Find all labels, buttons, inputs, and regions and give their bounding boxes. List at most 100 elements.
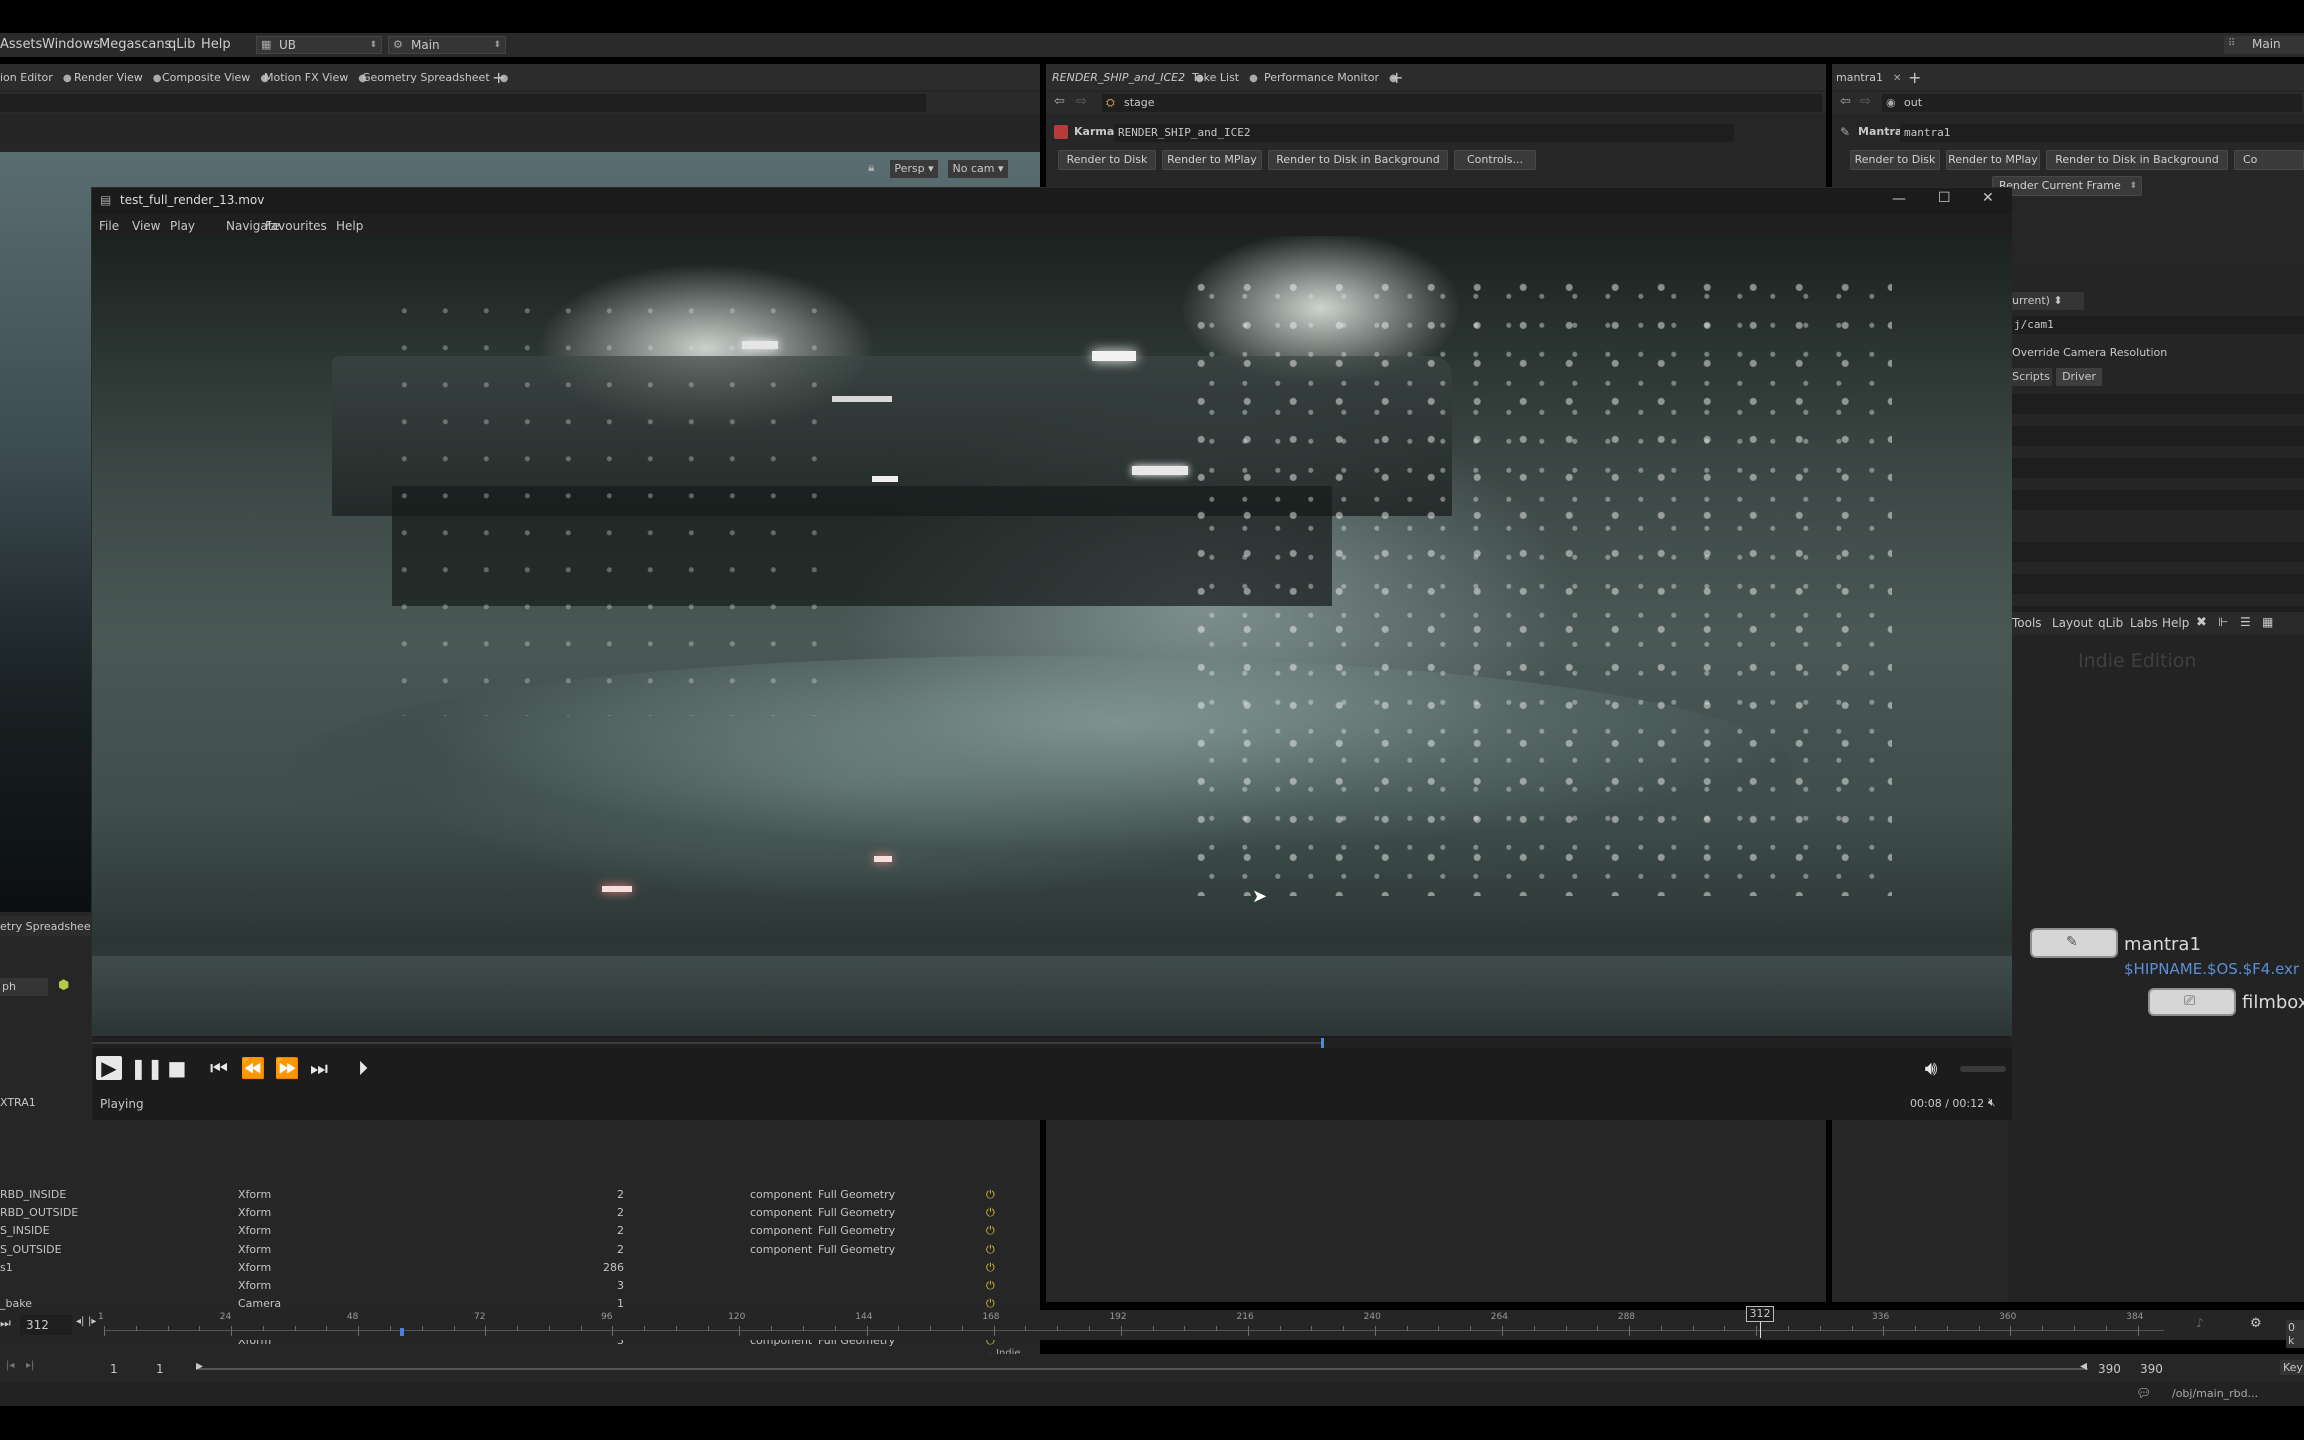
timeline-current-frame-marker[interactable]: 312 xyxy=(1746,1306,1774,1322)
tab-scripts[interactable]: Scripts xyxy=(2010,368,2052,386)
menu-assets[interactable]: Assets xyxy=(0,33,42,57)
close-icon[interactable]: ● xyxy=(1249,73,1258,84)
volume-slider[interactable] xyxy=(1960,1066,2006,1072)
back-arrow-icon[interactable]: ⇦ xyxy=(1054,94,1065,109)
range-start-field-2[interactable]: 1 xyxy=(156,1362,164,1376)
table-row[interactable]: RBD_INSIDE Xform component Full Geometry 2 ⏻ xyxy=(0,1186,1040,1204)
player-menu-play[interactable]: Play xyxy=(170,219,195,233)
volume-icon[interactable]: 🔊︎ xyxy=(1918,1056,1944,1080)
skip-end-icon[interactable]: ⏭ xyxy=(306,1056,332,1080)
top-right-desktop[interactable]: ⠿ Main xyxy=(2224,36,2304,54)
stop-icon[interactable]: ■ xyxy=(164,1056,190,1080)
close-window-icon[interactable]: ✕ xyxy=(1982,190,1994,206)
param-row[interactable] xyxy=(2010,574,2304,594)
settings-icon[interactable]: ⚙ xyxy=(2250,1316,2262,1331)
forward-arrow-icon[interactable]: ⇨ xyxy=(1076,94,1087,109)
tab-geometry-spreadsheet[interactable]: Geometry Spreadsheet ● xyxy=(362,71,508,84)
spreadsheet-cell-geo[interactable]: Full Geometry xyxy=(818,1186,895,1204)
net-menu-help[interactable]: Help xyxy=(2162,616,2189,630)
desktop-selector[interactable]: ▦ UB ⬍ xyxy=(256,36,382,54)
rewind-icon[interactable]: ⏪ xyxy=(240,1056,266,1080)
mantra1-node[interactable]: ✎ xyxy=(2030,928,2118,958)
range-next-icon[interactable]: ▸| xyxy=(26,1360,34,1371)
list-icon[interactable]: ☰ xyxy=(2240,615,2251,629)
viewport-cam-button[interactable]: No cam ▾ xyxy=(948,160,1008,178)
tab-performance-monitor[interactable]: Performance Monitor ● xyxy=(1264,71,1398,84)
table-row[interactable]: S_OUTSIDE Xform component Full Geometry 2 ⏻ xyxy=(0,1241,1040,1259)
param-row[interactable] xyxy=(2010,426,2304,446)
viewport-persp-button[interactable]: Persp ▾ xyxy=(890,160,938,178)
add-tab-icon[interactable]: + xyxy=(492,68,505,87)
step-forward-icon[interactable]: |▸ xyxy=(88,1316,96,1327)
close-icon[interactable]: ● xyxy=(63,73,72,84)
visibility-toggle-icon[interactable]: ⏻ xyxy=(986,1241,995,1259)
menu-help[interactable]: Help xyxy=(201,33,231,57)
player-menu-favourites[interactable]: Favourites xyxy=(265,219,327,233)
spreadsheet-filter-icon[interactable]: ⬢ xyxy=(58,978,69,993)
tab-ion-editor[interactable]: ion Editor ● xyxy=(0,71,72,84)
skip-start-icon[interactable]: ⏮ xyxy=(206,1056,232,1080)
minimize-icon[interactable]: — xyxy=(1892,191,1906,207)
wrench-icon[interactable]: ✖ xyxy=(2196,615,2207,630)
visibility-toggle-icon[interactable]: ⏻ xyxy=(986,1186,995,1204)
visibility-toggle-icon[interactable]: ⏻ xyxy=(986,1259,995,1277)
left-path-field[interactable] xyxy=(0,94,926,112)
tab-render-view[interactable]: Render View ● xyxy=(74,71,162,84)
tab-take-list[interactable]: Take List ● xyxy=(1192,71,1258,84)
center-node-name-field[interactable]: RENDER_SHIP_and_ICE2 xyxy=(1114,124,1734,142)
context-selector[interactable]: ⚙ Main ⬍ xyxy=(388,36,506,54)
menu-megascans[interactable]: Megascans xyxy=(99,33,171,57)
param-row[interactable] xyxy=(2010,542,2304,562)
visibility-toggle-icon[interactable]: ⏻ xyxy=(986,1222,995,1240)
range-prev-icon[interactable]: |◂ xyxy=(6,1360,14,1371)
frame-step-icon[interactable]: ⏵ xyxy=(350,1056,376,1080)
speech-icon[interactable]: 💬︎ xyxy=(2136,1386,2151,1400)
karma-render-to-disk-button[interactable]: Render to Disk xyxy=(1058,150,1156,170)
karma-render-background-button[interactable]: Render to Disk in Background xyxy=(1268,150,1448,170)
player-menu-help[interactable]: Help xyxy=(336,219,363,233)
timeline-key-button[interactable]: Key xyxy=(2280,1360,2304,1375)
net-menu-tools[interactable]: Tools xyxy=(2012,616,2042,630)
player-menu-file[interactable]: File xyxy=(99,219,119,233)
tab-composite-view[interactable]: Composite View ● xyxy=(162,71,269,84)
visibility-toggle-icon[interactable]: ⏻ xyxy=(986,1277,995,1295)
range-slider-left-handle[interactable]: ▸ xyxy=(196,1358,203,1374)
pause-icon[interactable]: ❚❚ xyxy=(130,1056,164,1080)
karma-render-to-mplay-button[interactable]: Render to MPlay xyxy=(1162,150,1262,170)
player-menu-view[interactable]: View xyxy=(132,219,160,233)
filmbox-node[interactable]: ⎚ xyxy=(2148,988,2236,1016)
close-icon[interactable]: ● xyxy=(153,73,162,84)
timeline-track[interactable]: 1 24 48 72 96 120 144 168 192 216 240 264 288 312 336 3… xyxy=(98,1306,2164,1338)
mantra-render-to-mplay-button[interactable]: Render to MPlay xyxy=(1946,150,2040,170)
table-row[interactable]: RBD_OUTSIDE Xform component Full Geometry 2 ⏻ xyxy=(0,1204,1040,1222)
lock-icon[interactable]: 🔒︎ xyxy=(868,160,874,175)
net-menu-layout[interactable]: Layout xyxy=(2052,616,2093,630)
frame-field[interactable]: 312 xyxy=(20,1315,72,1335)
back-arrow-icon[interactable]: ⇦ xyxy=(1840,94,1851,109)
mantra-extra-button[interactable]: Co xyxy=(2234,150,2304,170)
fast-forward-icon[interactable]: ⏩ xyxy=(274,1056,300,1080)
range-start-field[interactable]: 1 xyxy=(110,1362,118,1376)
override-camera-resolution-label[interactable]: Override Camera Resolution xyxy=(2012,346,2167,359)
grid-view-icon[interactable]: ▦ xyxy=(2262,615,2273,629)
audio-icon[interactable]: ♪ xyxy=(2196,1316,2204,1330)
tab-render-ship-and-ice2[interactable]: RENDER_SHIP_and_ICE2 ● xyxy=(1052,71,1204,84)
menu-qlib[interactable]: qLib xyxy=(168,33,195,57)
range-slider-right-handle[interactable]: ◂ xyxy=(2080,1358,2087,1374)
param-row[interactable] xyxy=(2010,458,2304,478)
table-row[interactable]: S_INSIDE Xform component Full Geometry 2 ⏻ xyxy=(0,1222,1040,1240)
range-end-field-2[interactable]: 390 xyxy=(2140,1362,2163,1376)
range-slider[interactable] xyxy=(198,1368,2088,1370)
seek-bar-playhead[interactable] xyxy=(1320,1038,1324,1048)
camera-path-field[interactable]: j/cam1 xyxy=(2010,316,2304,334)
seek-bar[interactable] xyxy=(92,1038,2012,1048)
video-frame[interactable]: ➤ xyxy=(92,236,2012,1036)
tab-driver[interactable]: Driver xyxy=(2056,368,2102,386)
mute-icon[interactable]: 🔇︎ xyxy=(1988,1095,1996,1110)
table-row[interactable]: s1 Xform 286 ⏻ xyxy=(0,1259,1040,1277)
play-icon[interactable]: ▶ xyxy=(96,1056,122,1080)
spreadsheet-cell-geo[interactable]: Full Geometry xyxy=(818,1222,895,1240)
add-tab-icon[interactable]: + xyxy=(1908,68,1921,87)
forward-arrow-icon[interactable]: ⇨ xyxy=(1860,94,1871,109)
step-back-icon[interactable]: ◂| xyxy=(76,1316,84,1327)
